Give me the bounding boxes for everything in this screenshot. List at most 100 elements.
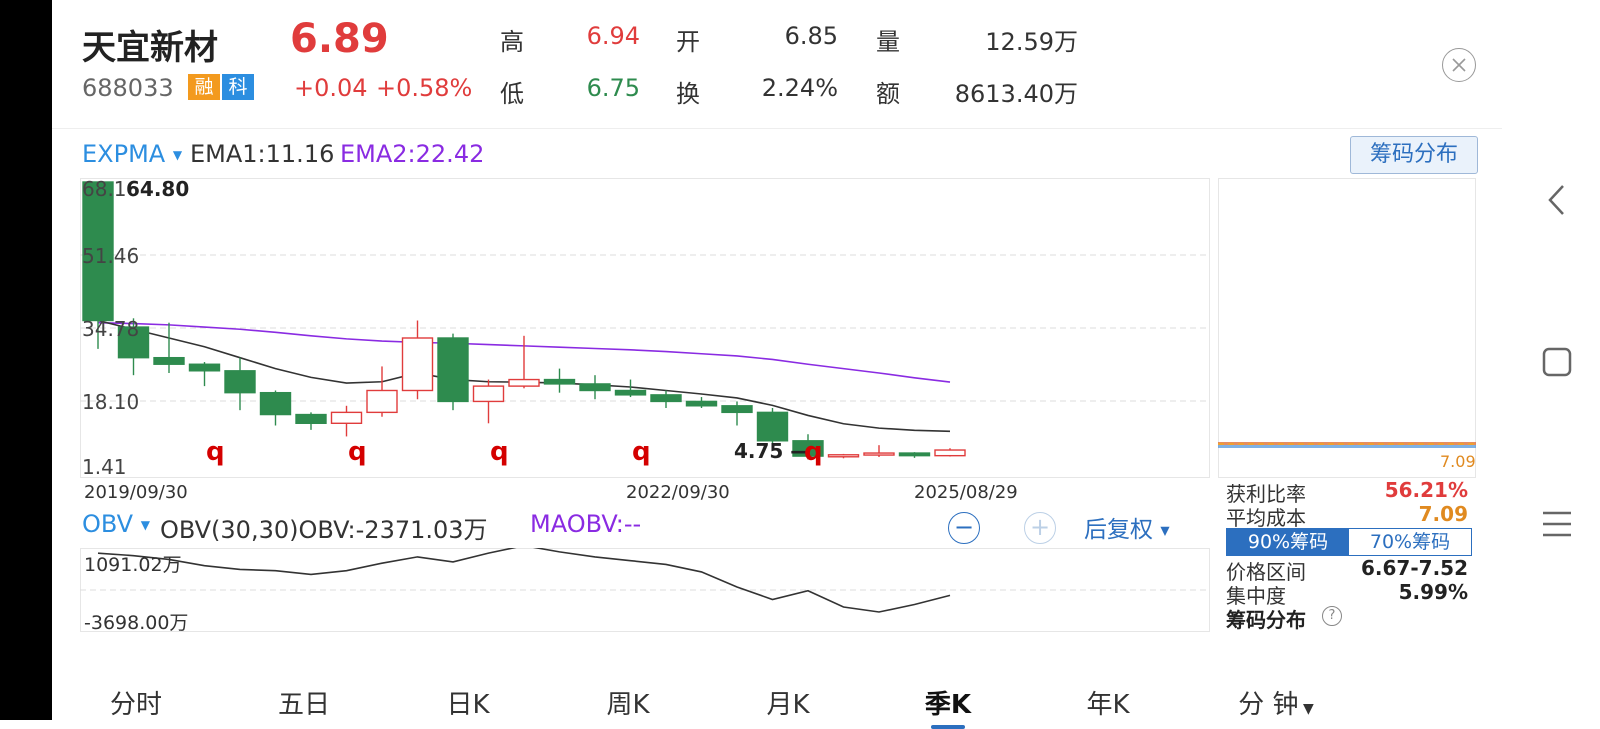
price-change-pct: +0.58% <box>376 74 473 102</box>
star-market-tag: 科 <box>222 74 254 100</box>
price-tick-label: 34.78 <box>82 317 139 341</box>
chip-tabs: 90%筹码 70%筹码 <box>1226 528 1472 556</box>
price-tick-label: 51.46 <box>82 244 139 268</box>
back-icon[interactable] <box>1514 170 1600 230</box>
candle-down <box>579 383 611 392</box>
dropdown-arrow-icon: ▼ <box>140 518 150 532</box>
stock-code: 688033 <box>82 74 174 102</box>
candle-down <box>295 413 327 424</box>
candle-down <box>437 337 469 403</box>
max-price-label: 64.80 <box>126 178 189 201</box>
active-tab-indicator <box>931 725 965 729</box>
stock-price: 6.89 <box>290 16 389 62</box>
high-value: 6.94 <box>586 22 640 50</box>
candle-up <box>508 378 540 387</box>
q-marker: q <box>804 437 823 467</box>
turnover-label: 换 <box>676 80 700 108</box>
obv-top-label: 1091.02万 <box>84 554 182 576</box>
dropdown-arrow-icon: ▼ <box>172 148 183 162</box>
chip-bar-profit <box>1218 442 1476 445</box>
open-label: 开 <box>676 28 700 56</box>
tab-7[interactable]: 分 钟 ▼ <box>1216 684 1336 721</box>
tab-5[interactable]: 季K <box>888 684 1008 729</box>
candle-down <box>685 400 718 407</box>
q-marker: q <box>348 437 367 467</box>
q-markers-group: qqqqq <box>206 437 823 467</box>
volume-label: 量 <box>876 28 900 56</box>
obv-chart[interactable] <box>80 548 1210 632</box>
date-label-end: 2025/08/29 <box>914 482 1018 503</box>
tab-70-chips[interactable]: 70%筹码 <box>1349 529 1471 555</box>
header-divider <box>52 128 1502 129</box>
candle-up <box>863 452 895 456</box>
profit-ratio-value: 56.21% <box>1384 478 1468 502</box>
obv-params: OBV(30,30)OBV:-2371.03万 <box>160 516 488 544</box>
home-icon[interactable] <box>1514 332 1600 392</box>
sub-indicator-name: OBV <box>82 510 134 538</box>
left-edge-bar <box>0 0 52 720</box>
zoom-in-button[interactable]: + <box>1024 512 1056 544</box>
q-marker: q <box>632 437 651 467</box>
price-change: +0.04 <box>294 74 368 102</box>
avg-cost-label: 平均成本 <box>1226 506 1306 530</box>
candle-up <box>401 337 434 392</box>
chip-distribution-button[interactable]: 筹码分布 <box>1350 136 1478 174</box>
avg-cost-value: 7.09 <box>1418 502 1468 526</box>
main-indicator-name: EXPMA <box>82 140 166 168</box>
candle-down <box>543 378 576 385</box>
candle-down <box>224 370 256 394</box>
open-value: 6.85 <box>784 22 838 50</box>
amount-value: 8613.40万 <box>954 80 1078 108</box>
zoom-out-button[interactable]: − <box>948 512 980 544</box>
stock-name: 天宜新材 <box>82 28 218 68</box>
low-value: 6.75 <box>586 74 640 102</box>
tab-3[interactable]: 周K <box>568 684 688 721</box>
candle-down <box>756 411 789 442</box>
low-label: 低 <box>500 80 524 108</box>
tab-6[interactable]: 年K <box>1048 684 1168 721</box>
candle-up <box>366 389 398 414</box>
tab-1[interactable]: 五日 <box>244 684 364 721</box>
maobv-value: MAOBV:-- <box>530 510 642 538</box>
candlestick-chart[interactable]: 68.1651.4634.7818.101.4164.804.75 — qqqq… <box>80 178 1210 478</box>
ema2-value: EMA2:22.42 <box>340 140 485 168</box>
dropdown-arrow-icon: ▼ <box>1160 523 1170 538</box>
menu-icon[interactable] <box>1514 494 1600 554</box>
candle-up <box>827 454 860 458</box>
concentration-value: 5.99% <box>1398 580 1468 604</box>
candles-group <box>82 181 966 460</box>
margin-tag: 融 <box>188 74 220 100</box>
min-price-label: 4.75 — <box>734 439 810 463</box>
ema1-value: EMA1:11.16 <box>190 140 335 168</box>
adjust-selector[interactable]: 后复权 ▼ <box>1084 510 1170 544</box>
candle-down <box>259 391 292 416</box>
candle-up <box>472 385 505 403</box>
candle-down <box>153 356 185 365</box>
tab-4[interactable]: 月K <box>728 684 848 721</box>
q-marker: q <box>206 437 225 467</box>
candle-down <box>721 405 753 414</box>
q-marker: q <box>490 437 509 467</box>
candle-down <box>898 452 931 457</box>
help-icon[interactable]: ? <box>1322 606 1342 626</box>
obv-bottom-label: -3698.00万 <box>84 612 189 634</box>
tab-0[interactable]: 分时 <box>76 684 196 721</box>
chip-footer-label: 筹码分布 <box>1226 608 1306 632</box>
high-label: 高 <box>500 28 524 56</box>
close-icon[interactable] <box>1442 48 1476 82</box>
chip-cost-label: 7.09 <box>1440 452 1476 471</box>
volume-value: 12.59万 <box>985 28 1078 56</box>
candle-up <box>330 411 363 424</box>
date-label-mid: 2022/09/30 <box>626 482 730 503</box>
price-range-value: 6.67-7.52 <box>1361 556 1468 580</box>
tab-2[interactable]: 日K <box>408 684 528 721</box>
date-label-start: 2019/09/30 <box>84 482 188 503</box>
obv-line <box>97 548 951 613</box>
sub-indicator-selector[interactable]: OBV ▼ <box>82 510 150 538</box>
system-nav-bar <box>1514 0 1600 720</box>
candle-down <box>614 389 647 396</box>
tab-90-chips[interactable]: 90%筹码 <box>1227 529 1349 555</box>
candle-up <box>934 449 966 457</box>
candle-down <box>650 394 682 403</box>
main-indicator-selector[interactable]: EXPMA ▼ <box>82 140 182 168</box>
